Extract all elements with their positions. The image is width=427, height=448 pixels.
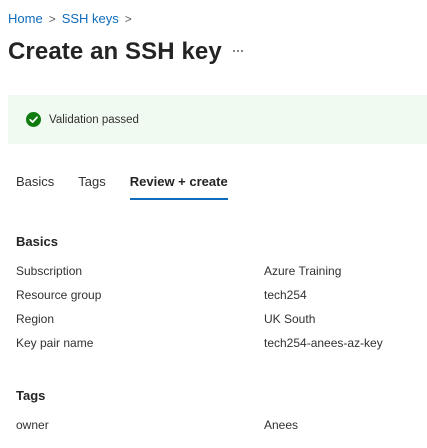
row-value: Anees xyxy=(264,418,299,432)
validation-message: Validation passed xyxy=(49,113,139,126)
breadcrumb: Home > SSH keys > xyxy=(8,11,138,26)
page-title: Create an SSH key xyxy=(8,38,222,65)
breadcrumb-home[interactable]: Home xyxy=(8,11,43,26)
row-value: UK South xyxy=(264,312,316,326)
tab-review-create[interactable]: Review + create xyxy=(129,174,228,202)
row-label: Key pair name xyxy=(16,336,94,350)
row-label: Region xyxy=(16,312,55,326)
row-label: Resource group xyxy=(16,288,102,302)
tab-tags[interactable]: Tags xyxy=(78,174,105,202)
row-value: Azure Training xyxy=(264,264,342,278)
tab-basics[interactable]: Basics xyxy=(16,174,54,202)
row-label: owner xyxy=(16,418,49,432)
breadcrumb-separator: > xyxy=(48,11,56,26)
validation-banner: Validation passed xyxy=(8,95,427,144)
breadcrumb-ssh-keys[interactable]: SSH keys xyxy=(62,11,119,26)
more-icon[interactable] xyxy=(231,44,245,58)
row-label: Subscription xyxy=(16,264,83,278)
page: Home > SSH keys > Create an SSH key Vali… xyxy=(0,0,427,448)
section-title-basics: Basics xyxy=(16,234,58,249)
check-circle-icon xyxy=(26,112,41,127)
tab-bar: Basics Tags Review + create xyxy=(16,174,252,202)
section-title-tags: Tags xyxy=(16,388,46,403)
breadcrumb-separator: > xyxy=(124,11,132,26)
row-value: tech254 xyxy=(264,288,307,302)
row-value: tech254-anees-az-key xyxy=(264,336,383,350)
